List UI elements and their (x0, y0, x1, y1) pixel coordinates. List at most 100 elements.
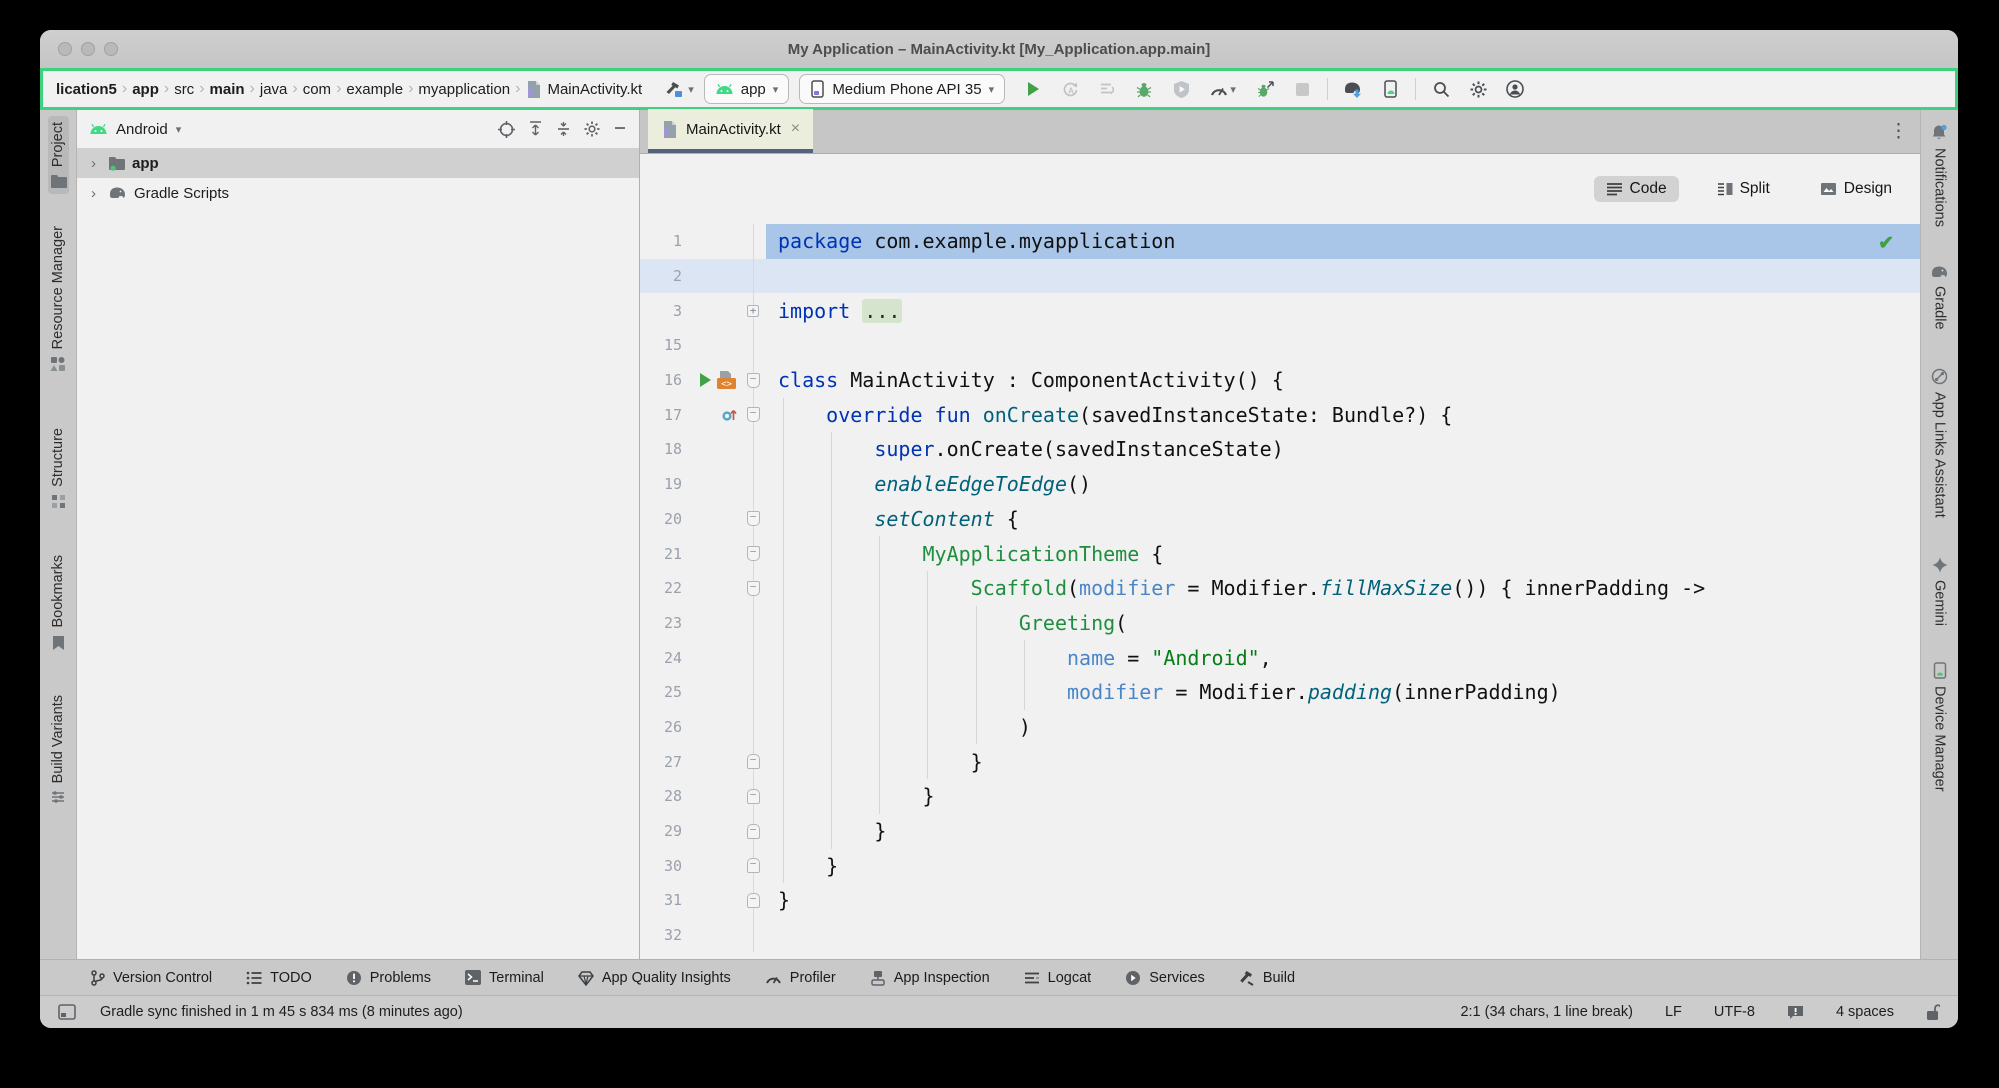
code-text[interactable]: ) (766, 710, 1920, 745)
apply-code-changes-button[interactable] (1095, 77, 1119, 101)
gradle-sync-button[interactable] (1341, 77, 1365, 101)
expand-chevron-icon[interactable]: › (91, 155, 101, 172)
project-view-selector[interactable]: Android (116, 121, 168, 138)
code-text[interactable]: setContent { (766, 502, 1920, 537)
fold-marker[interactable] (747, 858, 760, 873)
collapse-all-icon[interactable] (556, 121, 571, 138)
code-text[interactable]: } (766, 883, 1920, 918)
tool-strip-tab-bookmarks[interactable]: Bookmarks (48, 549, 68, 657)
code-line-16[interactable]: 16<>class MainActivity : ComponentActivi… (640, 363, 1920, 398)
fold-marker[interactable] (747, 581, 760, 596)
tree-item-gradle-scripts[interactable]: ›Gradle Scripts (77, 178, 639, 208)
tool-strip-tab-structure[interactable]: Structure (48, 422, 68, 515)
code-editor[interactable]: 1package com.example.myapplication23impo… (640, 224, 1920, 952)
tool-window-button-app-inspection[interactable]: App Inspection (870, 970, 990, 986)
indent-widget[interactable]: 4 spaces (1836, 1004, 1894, 1020)
profile-app-button[interactable] (1169, 77, 1193, 101)
tree-item-app[interactable]: ›app (77, 148, 639, 178)
debug-button[interactable] (1132, 77, 1156, 101)
breadcrumb-item[interactable]: java (257, 81, 291, 98)
tool-strip-tab-build-variants[interactable]: Build Variants (48, 689, 68, 810)
caret-position-widget[interactable]: 2:1 (34 chars, 1 line break) (1460, 1004, 1632, 1020)
unlocked-icon[interactable] (1926, 1004, 1940, 1021)
code-text[interactable]: } (766, 814, 1920, 849)
mode-code-button[interactable]: Code (1594, 176, 1679, 202)
code-text[interactable]: } (766, 848, 1920, 883)
code-line-15[interactable]: 15 (640, 328, 1920, 363)
override-icon[interactable] (721, 406, 738, 423)
notification-bubble-icon[interactable] (1787, 1005, 1804, 1020)
mode-design-button[interactable]: Design (1808, 176, 1904, 202)
fold-marker[interactable] (747, 824, 760, 839)
apply-changes-button[interactable]: A (1058, 77, 1082, 101)
code-text[interactable]: modifier = Modifier.padding(innerPadding… (766, 675, 1920, 710)
run-button[interactable] (1021, 77, 1045, 101)
tool-strip-tab-gemini[interactable]: Gemini (1930, 551, 1950, 632)
tool-window-layout-icon[interactable] (58, 1004, 76, 1020)
stop-button[interactable] (1290, 77, 1314, 101)
breadcrumb-item[interactable]: example (343, 81, 406, 98)
code-line-2[interactable]: 2 (640, 259, 1920, 294)
code-line-31[interactable]: 31} (640, 883, 1920, 918)
mode-split-button[interactable]: Split (1705, 176, 1782, 202)
code-text[interactable]: package com.example.myapplication (766, 224, 1920, 259)
tool-strip-tab-notifications[interactable]: Notifications (1929, 118, 1950, 233)
attach-debugger-button[interactable] (1253, 77, 1277, 101)
search-button[interactable] (1429, 77, 1453, 101)
close-tab-icon[interactable]: × (791, 120, 800, 138)
breadcrumb-item[interactable]: app (129, 81, 162, 98)
hide-panel-icon[interactable] (613, 121, 627, 138)
panel-settings-icon[interactable] (584, 121, 600, 138)
code-text[interactable] (766, 918, 1920, 953)
tab-options-kebab-icon[interactable]: ⋮ (1889, 120, 1908, 143)
account-button[interactable] (1503, 77, 1527, 101)
tool-window-button-app-quality-insights[interactable]: App Quality Insights (578, 970, 731, 986)
run-config-select[interactable]: app ▾ (704, 74, 790, 104)
code-text[interactable]: MyApplicationTheme { (766, 536, 1920, 571)
tool-window-button-todo[interactable]: TODO (246, 970, 312, 986)
fold-marker[interactable] (747, 305, 759, 317)
encoding-widget[interactable]: UTF-8 (1714, 1004, 1755, 1020)
tool-window-button-problems[interactable]: Problems (346, 970, 431, 986)
fold-marker[interactable] (747, 754, 760, 769)
running-devices-button[interactable] (1378, 77, 1402, 101)
code-text[interactable]: super.onCreate(savedInstanceState) (766, 432, 1920, 467)
code-text[interactable]: Scaffold(modifier = Modifier.fillMaxSize… (766, 571, 1920, 606)
tool-strip-tab-project[interactable]: Project (48, 116, 69, 194)
settings-button[interactable] (1466, 77, 1490, 101)
breadcrumb-item[interactable]: main (207, 81, 248, 98)
editor-tab-mainactivity[interactable]: MainActivity.kt × (648, 109, 813, 153)
profiler-button[interactable]: ▾ (1206, 77, 1240, 101)
locate-file-icon[interactable] (498, 121, 515, 138)
fold-marker[interactable] (747, 407, 760, 422)
device-select[interactable]: Medium Phone API 35 ▾ (799, 74, 1005, 104)
code-text[interactable] (766, 259, 1920, 294)
code-text[interactable] (766, 328, 1920, 363)
code-text[interactable]: enableEdgeToEdge() (766, 467, 1920, 502)
tool-strip-tab-gradle[interactable]: Gradle (1928, 259, 1951, 336)
breadcrumb-item[interactable]: src (171, 81, 197, 98)
tool-window-button-build[interactable]: Build (1239, 970, 1295, 986)
tool-window-button-version-control[interactable]: Version Control (90, 970, 212, 986)
code-line-17[interactable]: 17 override fun onCreate(savedInstanceSt… (640, 397, 1920, 432)
fold-marker[interactable] (747, 511, 760, 526)
fold-marker[interactable] (747, 373, 760, 388)
tool-strip-tab-device-manager[interactable]: Device Manager (1930, 656, 1950, 798)
breadcrumb-item[interactable]: myapplication (415, 81, 513, 98)
expand-all-icon[interactable] (528, 121, 543, 138)
tool-window-button-logcat[interactable]: Logcat (1024, 970, 1092, 986)
tool-window-button-profiler[interactable]: Profiler (765, 970, 836, 986)
tool-strip-tab-resource-manager[interactable]: Resource Manager (48, 220, 68, 378)
tool-window-button-terminal[interactable]: Terminal (465, 970, 544, 986)
fold-marker[interactable] (747, 893, 760, 908)
code-text[interactable]: Greeting( (766, 606, 1920, 641)
code-line-1[interactable]: 1package com.example.myapplication (640, 224, 1920, 259)
code-text[interactable]: } (766, 779, 1920, 814)
code-text[interactable]: override fun onCreate(savedInstanceState… (766, 397, 1920, 432)
breadcrumb-item[interactable]: lication5 (53, 81, 120, 98)
tool-window-button-services[interactable]: Services (1125, 970, 1205, 986)
breadcrumb-item[interactable]: MainActivity.kt (522, 81, 645, 98)
code-line-3[interactable]: 3import ... (640, 293, 1920, 328)
inspection-ok-check-icon[interactable]: ✔ (1878, 232, 1894, 255)
editor-body[interactable]: Code Split Design ✔ 1package com.example.m… (640, 154, 1920, 959)
